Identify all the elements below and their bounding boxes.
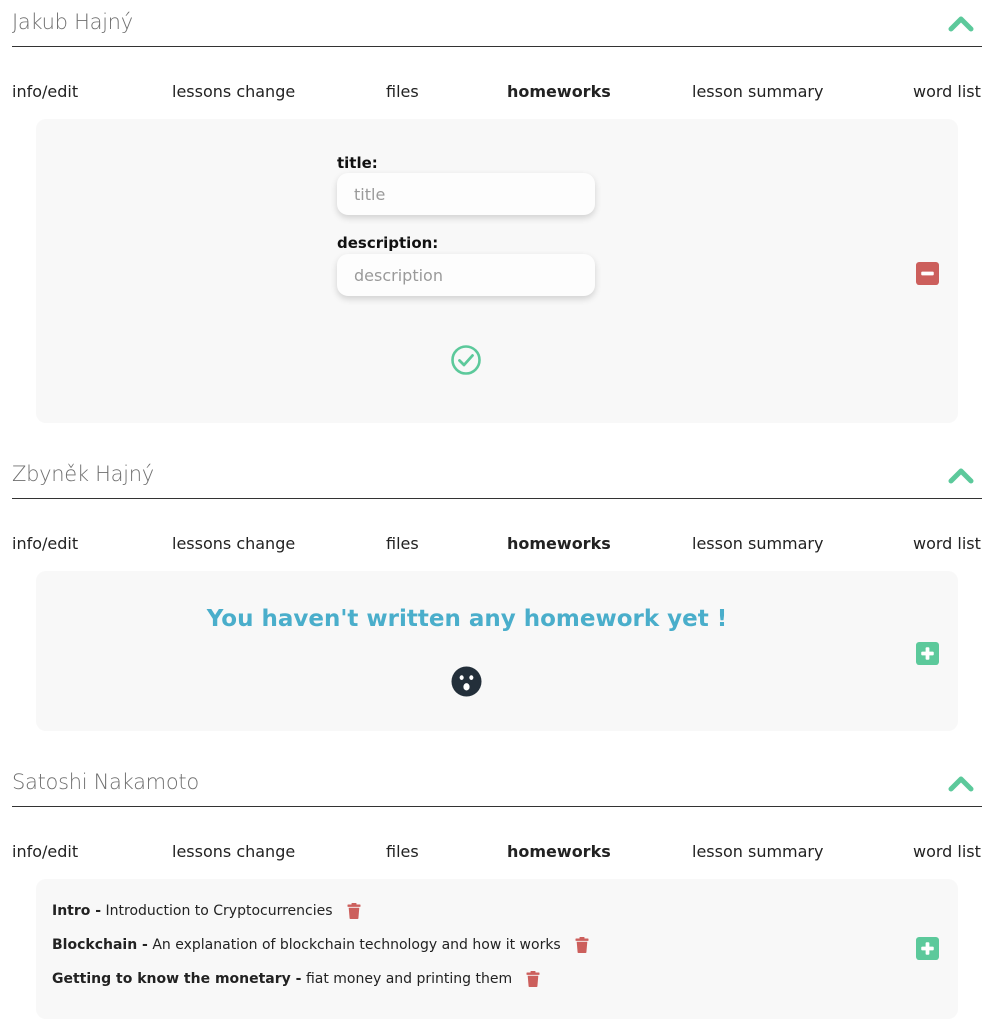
trash-icon[interactable]: [575, 937, 589, 953]
chevron-up-icon[interactable]: [948, 14, 974, 32]
tab-word-list[interactable]: word list: [913, 842, 981, 861]
homework-description: Introduction to Cryptocurrencies: [105, 903, 333, 919]
tab-homeworks[interactable]: homeworks: [507, 842, 611, 861]
student-header: Zbyněk Hajný: [12, 452, 982, 499]
empty-homework-message: You haven't written any homework yet !: [206, 606, 728, 632]
tab-lessons-change[interactable]: lessons change: [172, 82, 295, 101]
student-tabs: info/edit lessons change files homeworks…: [12, 82, 982, 106]
tab-info-edit[interactable]: info/edit: [12, 82, 78, 101]
trash-icon[interactable]: [526, 971, 540, 987]
tab-homeworks[interactable]: homeworks: [507, 534, 611, 553]
trash-icon[interactable]: [347, 903, 361, 919]
homework-description: An explanation of blockchain technology …: [152, 937, 561, 953]
plus-square-icon[interactable]: [916, 937, 939, 960]
check-circle-icon[interactable]: [450, 344, 482, 376]
student-tabs: info/edit lessons change files homeworks…: [12, 842, 982, 866]
student-tabs: info/edit lessons change files homeworks…: [12, 534, 982, 558]
plus-square-icon[interactable]: [916, 642, 939, 665]
tab-word-list[interactable]: word list: [913, 82, 981, 101]
tab-lessons-change[interactable]: lessons change: [172, 842, 295, 861]
student-name: Jakub Hajný: [12, 10, 133, 34]
homework-form-panel: title: description:: [36, 119, 958, 423]
homework-title: Intro -: [52, 903, 102, 919]
title-input[interactable]: [337, 173, 595, 215]
tab-files[interactable]: files: [386, 534, 419, 553]
chevron-up-icon[interactable]: [948, 466, 974, 484]
tab-lesson-summary[interactable]: lesson summary: [692, 842, 823, 861]
tab-files[interactable]: files: [386, 842, 419, 861]
tab-homeworks[interactable]: homeworks: [507, 82, 611, 101]
description-label: description:: [337, 234, 439, 252]
tab-info-edit[interactable]: info/edit: [12, 842, 78, 861]
homework-title: Blockchain -: [52, 937, 148, 953]
title-label: title:: [337, 154, 378, 172]
chevron-up-icon[interactable]: [948, 774, 974, 792]
surprised-face-icon: [451, 666, 482, 697]
tab-word-list[interactable]: word list: [913, 534, 981, 553]
tab-lesson-summary[interactable]: lesson summary: [692, 82, 823, 101]
tab-info-edit[interactable]: info/edit: [12, 534, 78, 553]
minus-square-icon[interactable]: [916, 262, 939, 285]
homework-list-panel: Intro - Introduction to Cryptocurrencies…: [36, 879, 958, 1019]
empty-homework-panel: You haven't written any homework yet !: [36, 571, 958, 731]
tab-lesson-summary[interactable]: lesson summary: [692, 534, 823, 553]
tab-files[interactable]: files: [386, 82, 419, 101]
homework-item: Getting to know the monetary - fiat mone…: [52, 971, 540, 987]
student-name: Zbyněk Hajný: [12, 462, 154, 486]
homework-item: Intro - Introduction to Cryptocurrencies: [52, 903, 361, 919]
description-input[interactable]: [337, 254, 595, 296]
homework-title: Getting to know the monetary -: [52, 971, 302, 987]
student-name: Satoshi Nakamoto: [12, 770, 199, 794]
student-header: Jakub Hajný: [12, 0, 982, 47]
student-header: Satoshi Nakamoto: [12, 760, 982, 807]
homework-item: Blockchain - An explanation of blockchai…: [52, 937, 589, 953]
tab-lessons-change[interactable]: lessons change: [172, 534, 295, 553]
homework-description: fiat money and printing them: [305, 971, 513, 987]
